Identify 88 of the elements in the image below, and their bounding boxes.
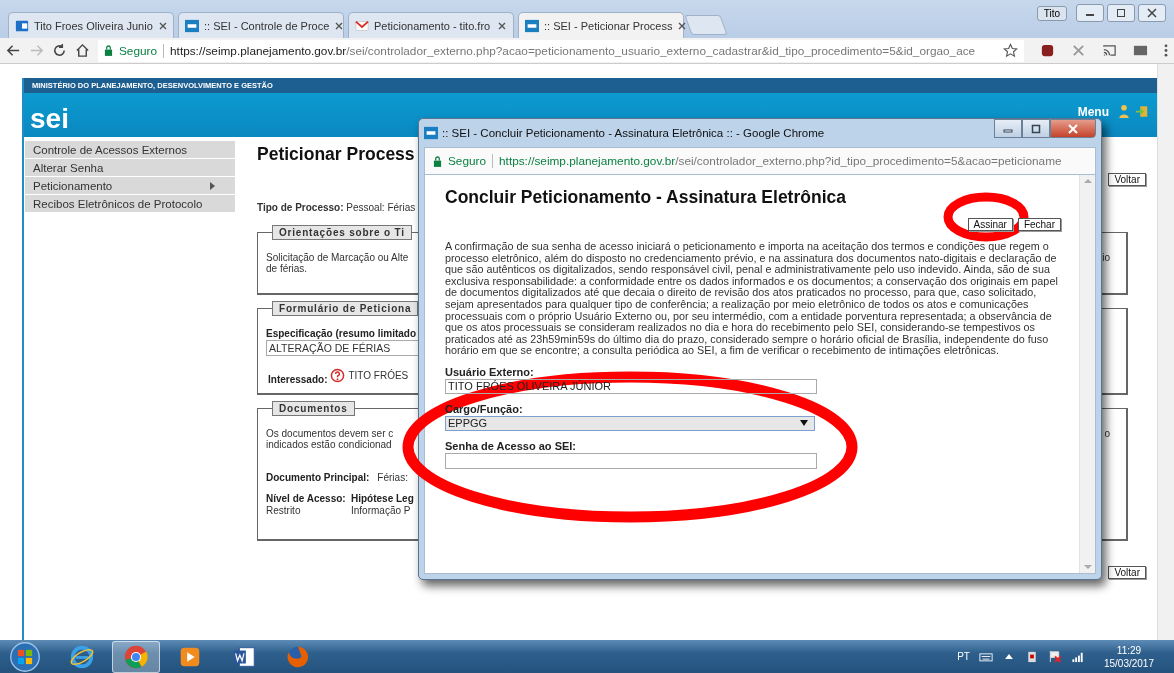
maximize-button[interactable] [1107, 4, 1135, 22]
close-button[interactable] [1138, 4, 1166, 22]
close-icon[interactable] [334, 20, 345, 31]
site-icon [185, 18, 199, 33]
keyboard-icon[interactable] [978, 650, 993, 663]
guidance-text: Solicitação de Marcação ou Alte [266, 252, 409, 263]
mail-icon [15, 18, 29, 33]
url-text: https://seimp.planejamento.gov.br/sei/controlador_externo.php?acao=peticionamento_usuario_externo_cadastrar&id_tipo_procedimento=5&id_orgao_ace [170, 43, 976, 58]
role-select[interactable]: EPPGG [445, 415, 815, 431]
clock[interactable]: 11:29 15/03/2017 [1103, 643, 1154, 670]
maximize-icon [1115, 8, 1127, 18]
field-label: Hipótese Leg [351, 493, 415, 504]
secure-label: Seguro [119, 43, 158, 58]
minimize-button[interactable] [1076, 4, 1104, 22]
lock-icon [433, 155, 442, 167]
section-legend: Formulário de Peticiona [272, 301, 419, 316]
close-icon[interactable] [157, 20, 168, 31]
extension-icon[interactable] [1133, 43, 1148, 58]
profile-button[interactable]: Tito [1036, 5, 1067, 21]
close-button[interactable] [1050, 119, 1096, 138]
scrollbar[interactable] [1157, 64, 1174, 640]
guidance-text: de férias. [266, 263, 308, 274]
start-button[interactable] [8, 640, 42, 673]
browser-icon [123, 643, 149, 670]
browser-tab[interactable]: Peticionamento - tito.fro [348, 12, 514, 38]
section-legend: Documentos [272, 401, 355, 416]
dialog-heading: Concluir Peticionamento - Assinatura Eletrônica [445, 187, 846, 208]
clock-date: 15/03/2017 [1103, 656, 1154, 670]
document-name: Férias: [377, 472, 408, 483]
access-level: Restrito [266, 505, 302, 516]
field-label: Senha de Acesso ao SEI: [445, 439, 577, 452]
process-type: Tipo de Processo: Pessoal: Férias [257, 202, 416, 213]
clock-time: 11:29 [1116, 643, 1142, 657]
lock-icon [104, 45, 113, 56]
documents-text: indicados estão condicionad [266, 439, 392, 450]
close-icon [1146, 8, 1158, 18]
close-icon[interactable] [497, 20, 507, 31]
star-icon[interactable] [1003, 43, 1018, 58]
help-icon[interactable] [330, 368, 346, 383]
guidance-text: io [1102, 252, 1110, 265]
field-label: Usuário Externo: [445, 365, 534, 378]
section-legend: Orientações sobre o Ti [272, 225, 412, 240]
field-label: Interessado: [268, 374, 328, 385]
language-indicator[interactable]: PT [957, 651, 970, 662]
submenu-arrow-icon [210, 181, 215, 190]
envelope-icon [355, 18, 369, 33]
browser-tab[interactable]: Tito Froes Oliveira Junio [8, 12, 174, 38]
sidebar-item[interactable]: Peticionamento [25, 177, 235, 194]
close-icon[interactable] [677, 20, 688, 31]
back-icon[interactable] [6, 43, 21, 58]
address-bar[interactable]: Seguro https://seimp.planejamento.gov.br/sei/controlador_externo.php?acao=peticionamento_usuario_externo_cadastrar&id_tipo_procedimento=5&id_orgao_ace [98, 39, 1024, 62]
sidebar-item[interactable]: Recibos Eletrônicos de Protocolo [25, 195, 235, 212]
browser-tab[interactable]: :: SEI - Peticionar Process [518, 12, 684, 38]
sei-logo[interactable]: sei [30, 105, 69, 133]
documents-text: o [1104, 428, 1110, 441]
interested-name: TITO FRÓES [348, 370, 409, 381]
secure-label: Seguro [448, 154, 487, 168]
sidebar-item[interactable]: Alterar Senha [25, 159, 235, 176]
page-title: Peticionar Process [257, 144, 415, 165]
documents-text: Os documentos devem ser c [266, 428, 394, 439]
reload-icon[interactable] [52, 43, 67, 58]
maximize-button[interactable] [1022, 119, 1050, 138]
cast-icon[interactable] [1102, 43, 1117, 58]
legal-hypothesis: Informação P [351, 505, 412, 516]
scrollbar[interactable] [1079, 175, 1095, 573]
site-icon [424, 126, 438, 140]
globe-e-icon [69, 643, 95, 670]
password-field[interactable] [445, 452, 817, 469]
close-icon [1067, 123, 1079, 134]
field-label: Nível de Acesso: [266, 493, 347, 504]
back-button[interactable]: Voltar [1108, 173, 1146, 186]
flag-error-icon[interactable] [1047, 650, 1062, 663]
maximize-icon [1030, 123, 1042, 134]
field-label: Especificação (resumo limitado [266, 328, 417, 339]
extension-icon[interactable] [1040, 43, 1055, 58]
url-text: https://seimp.planejamento.gov.br/sei/controlador_externo.php?id_tipo_procedimento=5&acao=peticioname [499, 154, 1062, 168]
close-dialog-button[interactable]: Fechar [1017, 218, 1061, 231]
browser-tab[interactable]: :: SEI - Controle de Proce [178, 12, 344, 38]
site-icon [525, 18, 539, 33]
caret-icon [800, 420, 808, 427]
sidebar-item[interactable]: Controle de Acessos Externos [25, 141, 235, 158]
home-icon[interactable] [75, 43, 90, 58]
sign-button[interactable]: Assinar [967, 218, 1013, 231]
menu-icon[interactable] [1164, 43, 1168, 58]
popup-title: :: SEI - Concluir Peticionamento - Assinatura Eletrônica :: - Google Chrome [442, 127, 825, 139]
field-label: Documento Principal: [266, 472, 370, 483]
signal-icon[interactable] [1070, 650, 1085, 663]
back-button[interactable]: Voltar [1108, 566, 1146, 579]
